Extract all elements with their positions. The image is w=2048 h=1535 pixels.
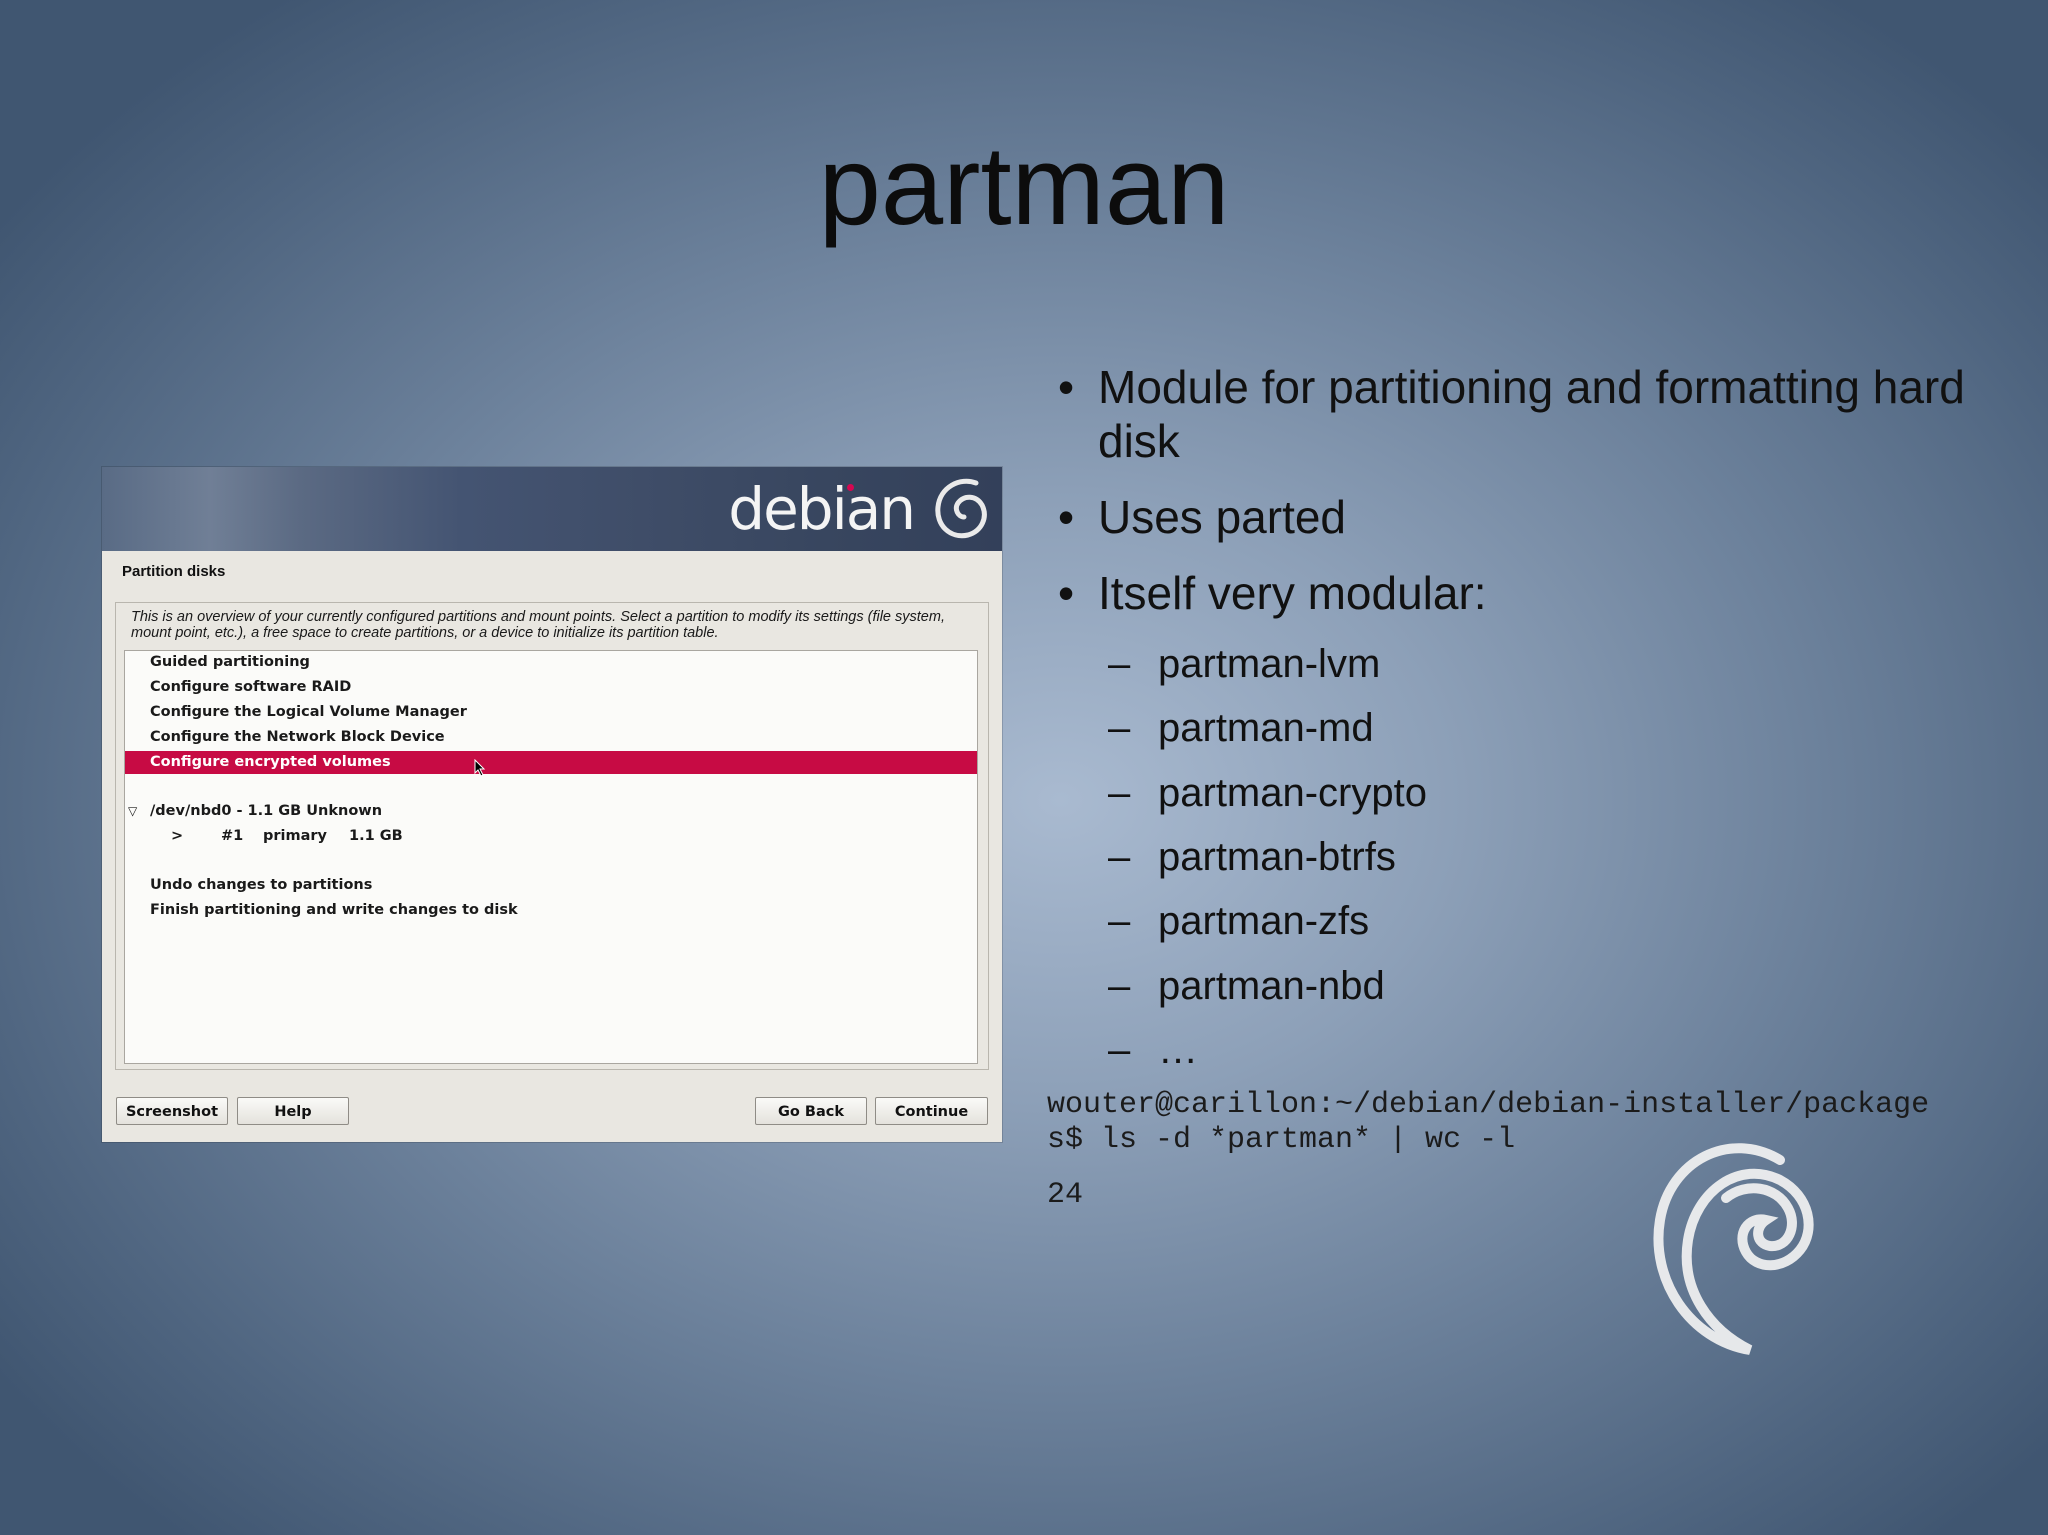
device-row-nbd0[interactable]: ▽ /dev/nbd0 - 1.1 GB Unknown bbox=[125, 800, 977, 823]
debian-logo-dot bbox=[847, 484, 854, 491]
debian-swirl-icon bbox=[935, 478, 987, 539]
expander-triangle-icon[interactable]: ▽ bbox=[128, 800, 137, 823]
list-item-label: Finish partitioning and write changes to… bbox=[150, 902, 518, 918]
slide-title: partman bbox=[818, 123, 1230, 248]
bullet-glyph: • bbox=[1058, 361, 1075, 413]
sub-bullet-text: … bbox=[1158, 1028, 1198, 1072]
continue-button[interactable]: Continue bbox=[875, 1097, 988, 1125]
partition-list[interactable]: Guided partitioning Configure software R… bbox=[124, 650, 978, 1064]
list-item-label: Guided partitioning bbox=[150, 654, 310, 670]
bullet-text: Module for partitioning and formatting h… bbox=[1098, 361, 1965, 467]
partition-number: #1 bbox=[221, 828, 244, 844]
sub-bullet-text: partman-lvm bbox=[1158, 642, 1381, 686]
device-label: /dev/nbd0 - 1.1 GB Unknown bbox=[150, 803, 383, 819]
partition-type: primary bbox=[263, 828, 327, 844]
screenshot-button[interactable]: Screenshot bbox=[116, 1097, 228, 1125]
help-button[interactable]: Help bbox=[237, 1097, 349, 1125]
partition-row-1[interactable]: > #1 primary 1.1 GB bbox=[125, 825, 977, 848]
list-item-nbd[interactable]: Configure the Network Block Device bbox=[125, 726, 977, 749]
dash-glyph: – bbox=[1108, 899, 1131, 943]
list-item-label: Undo changes to partitions bbox=[150, 877, 373, 893]
sub-bullet-text: partman-md bbox=[1158, 706, 1374, 750]
sub-bullet-text: partman-zfs bbox=[1158, 899, 1370, 943]
bullet-glyph: • bbox=[1058, 567, 1075, 619]
dash-glyph: – bbox=[1108, 642, 1131, 686]
dash-glyph: – bbox=[1108, 964, 1131, 1008]
sub-bullet-text: partman-nbd bbox=[1158, 964, 1385, 1008]
installer-banner: debian bbox=[102, 467, 1002, 551]
list-item-label: Configure encrypted volumes bbox=[150, 754, 391, 770]
debian-logo-text: debian bbox=[728, 475, 916, 543]
list-item-label: Configure the Logical Volume Manager bbox=[150, 704, 467, 720]
bullet-text: Itself very modular: bbox=[1098, 567, 1487, 619]
dash-glyph: – bbox=[1108, 771, 1131, 815]
list-item-label: Configure the Network Block Device bbox=[150, 729, 445, 745]
list-item-lvm[interactable]: Configure the Logical Volume Manager bbox=[125, 701, 977, 724]
partition-description: This is an overview of your currently co… bbox=[131, 609, 945, 641]
sub-bullet-text: partman-crypto bbox=[1158, 771, 1427, 815]
partition-size: 1.1 GB bbox=[349, 828, 403, 844]
dash-glyph: – bbox=[1108, 835, 1131, 879]
list-item-encrypted-volumes[interactable]: Configure encrypted volumes bbox=[125, 751, 977, 774]
bullet-text: Uses parted bbox=[1098, 491, 1347, 543]
go-back-button[interactable]: Go Back bbox=[755, 1097, 867, 1125]
installer-screenshot: debian Partition disks This is an overvi… bbox=[102, 467, 1002, 1142]
partition-frame: This is an overview of your currently co… bbox=[115, 602, 989, 1070]
list-item-label: Configure software RAID bbox=[150, 679, 352, 695]
sub-bullet-text: partman-btrfs bbox=[1158, 835, 1396, 879]
partition-marker: > bbox=[171, 828, 184, 844]
dash-glyph: – bbox=[1108, 706, 1131, 750]
debian-swirl-logo-icon bbox=[1653, 1143, 1814, 1355]
list-item-finish-partitioning[interactable]: Finish partitioning and write changes to… bbox=[125, 899, 977, 922]
dash-glyph: – bbox=[1108, 1028, 1131, 1072]
step-title: Partition disks bbox=[122, 563, 226, 580]
list-item-undo-changes[interactable]: Undo changes to partitions bbox=[125, 874, 977, 897]
list-item-software-raid[interactable]: Configure software RAID bbox=[125, 676, 977, 699]
list-item-guided-partitioning[interactable]: Guided partitioning bbox=[125, 651, 977, 674]
mouse-pointer-icon bbox=[474, 759, 486, 777]
bullet-glyph: • bbox=[1058, 491, 1075, 543]
